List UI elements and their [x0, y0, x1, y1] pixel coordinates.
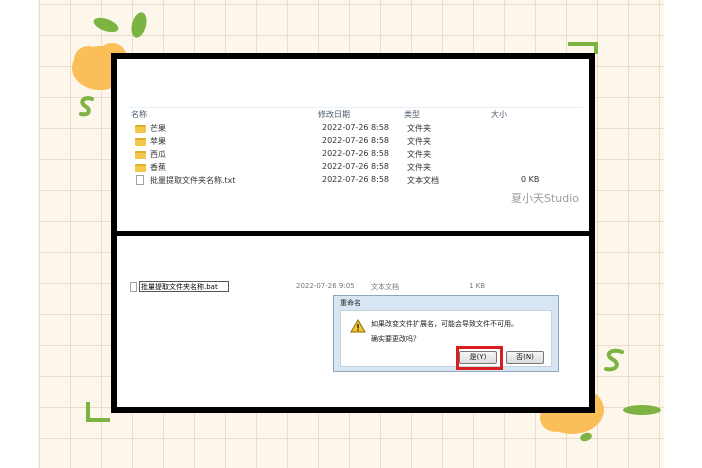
file-type: 文件夹	[407, 137, 431, 146]
folder-icon	[135, 138, 146, 146]
file-name: 西瓜	[150, 150, 166, 159]
squiggle-left-icon	[79, 96, 94, 117]
rename-dialog: 重命名 如果改变文件扩展名，可能会导致文件不可用。 确实要更改吗？ 是(Y) 否…	[333, 295, 559, 372]
screenshot-frame: 名称 修改日期 类型 大小 芒果 2022-07-26 8:58 文件夹 苹果 …	[111, 53, 595, 413]
warning-icon	[350, 319, 366, 333]
file-modified: 2022-07-26 8:58	[322, 123, 389, 132]
file-modified: 2022-07-26 8:58	[322, 136, 389, 145]
folder-icon	[135, 151, 146, 159]
column-header-name[interactable]: 名称	[131, 109, 147, 120]
file-type: 文件夹	[407, 124, 431, 133]
leaf-right-icon	[131, 12, 147, 38]
file-modified: 2022-07-26 8:58	[322, 162, 389, 171]
file-row-bat[interactable]: 批量提取文件夹名称.bat 2022-07-26 9:05 文本文档 1 KB	[128, 281, 486, 294]
dialog-title: 重命名	[340, 299, 361, 307]
file-type: 文本文档	[407, 176, 439, 185]
file-row-mango[interactable]: 芒果 2022-07-26 8:58 文件夹	[117, 122, 589, 135]
corner-bracket-bottom-left-icon	[86, 402, 110, 422]
file-row-watermelon[interactable]: 西瓜 2022-07-26 8:58 文件夹	[117, 148, 589, 161]
file-name: 芒果	[150, 124, 166, 133]
file-type: 文件夹	[407, 150, 431, 159]
folder-icon	[135, 164, 146, 172]
folder-icon	[135, 125, 146, 133]
explorer-panel-bottom: 批量提取文件夹名称.bat 2022-07-26 9:05 文本文档 1 KB …	[117, 236, 589, 407]
column-header-size[interactable]: 大小	[491, 109, 507, 120]
dialog-body: 如果改变文件扩展名，可能会导致文件不可用。 确实要更改吗？ 是(Y) 否(N)	[340, 310, 552, 370]
right-margin	[664, 0, 702, 468]
file-row-banana[interactable]: 香蕉 2022-07-26 8:58 文件夹	[117, 161, 589, 174]
squiggle-right-icon	[604, 348, 624, 372]
file-type: 文本文档	[371, 283, 399, 291]
file-name: 香蕉	[150, 163, 166, 172]
column-header-type[interactable]: 类型	[404, 109, 420, 120]
leaf-small-bottom-icon	[580, 432, 592, 442]
file-name: 苹果	[150, 137, 166, 146]
left-margin	[0, 0, 38, 468]
dialog-message: 如果改变文件扩展名，可能会导致文件不可用。	[371, 320, 518, 328]
file-modified: 2022-07-26 8:58	[322, 175, 389, 184]
watermark: 夏小天Studio	[510, 192, 579, 205]
file-size: 0 KB	[521, 175, 540, 184]
rename-edit-field[interactable]: 批量提取文件夹名称.bat	[139, 281, 229, 292]
text-file-icon	[130, 282, 137, 292]
dialog-question: 确实要更改吗？	[371, 335, 420, 343]
text-file-icon	[136, 175, 144, 185]
file-row-txt[interactable]: 批量提取文件夹名称.txt 2022-07-26 8:58 文本文档 0 KB	[117, 174, 589, 187]
file-type: 文件夹	[407, 163, 431, 172]
leaf-left-icon	[93, 17, 119, 33]
file-row-apple[interactable]: 苹果 2022-07-26 8:58 文件夹	[117, 135, 589, 148]
leaf-bottom-right-icon	[623, 405, 661, 415]
no-button[interactable]: 否(N)	[506, 351, 544, 364]
explorer-panel-top: 名称 修改日期 类型 大小 芒果 2022-07-26 8:58 文件夹 苹果 …	[117, 59, 589, 231]
column-header-modified[interactable]: 修改日期	[318, 109, 350, 120]
file-name: 批量提取文件夹名称.txt	[150, 176, 236, 185]
file-modified: 2022-07-26 9:05	[296, 282, 355, 290]
highlight-box	[456, 346, 503, 370]
file-modified: 2022-07-26 8:58	[322, 149, 389, 158]
file-size: 1 KB	[469, 282, 486, 290]
header-divider	[127, 107, 583, 108]
